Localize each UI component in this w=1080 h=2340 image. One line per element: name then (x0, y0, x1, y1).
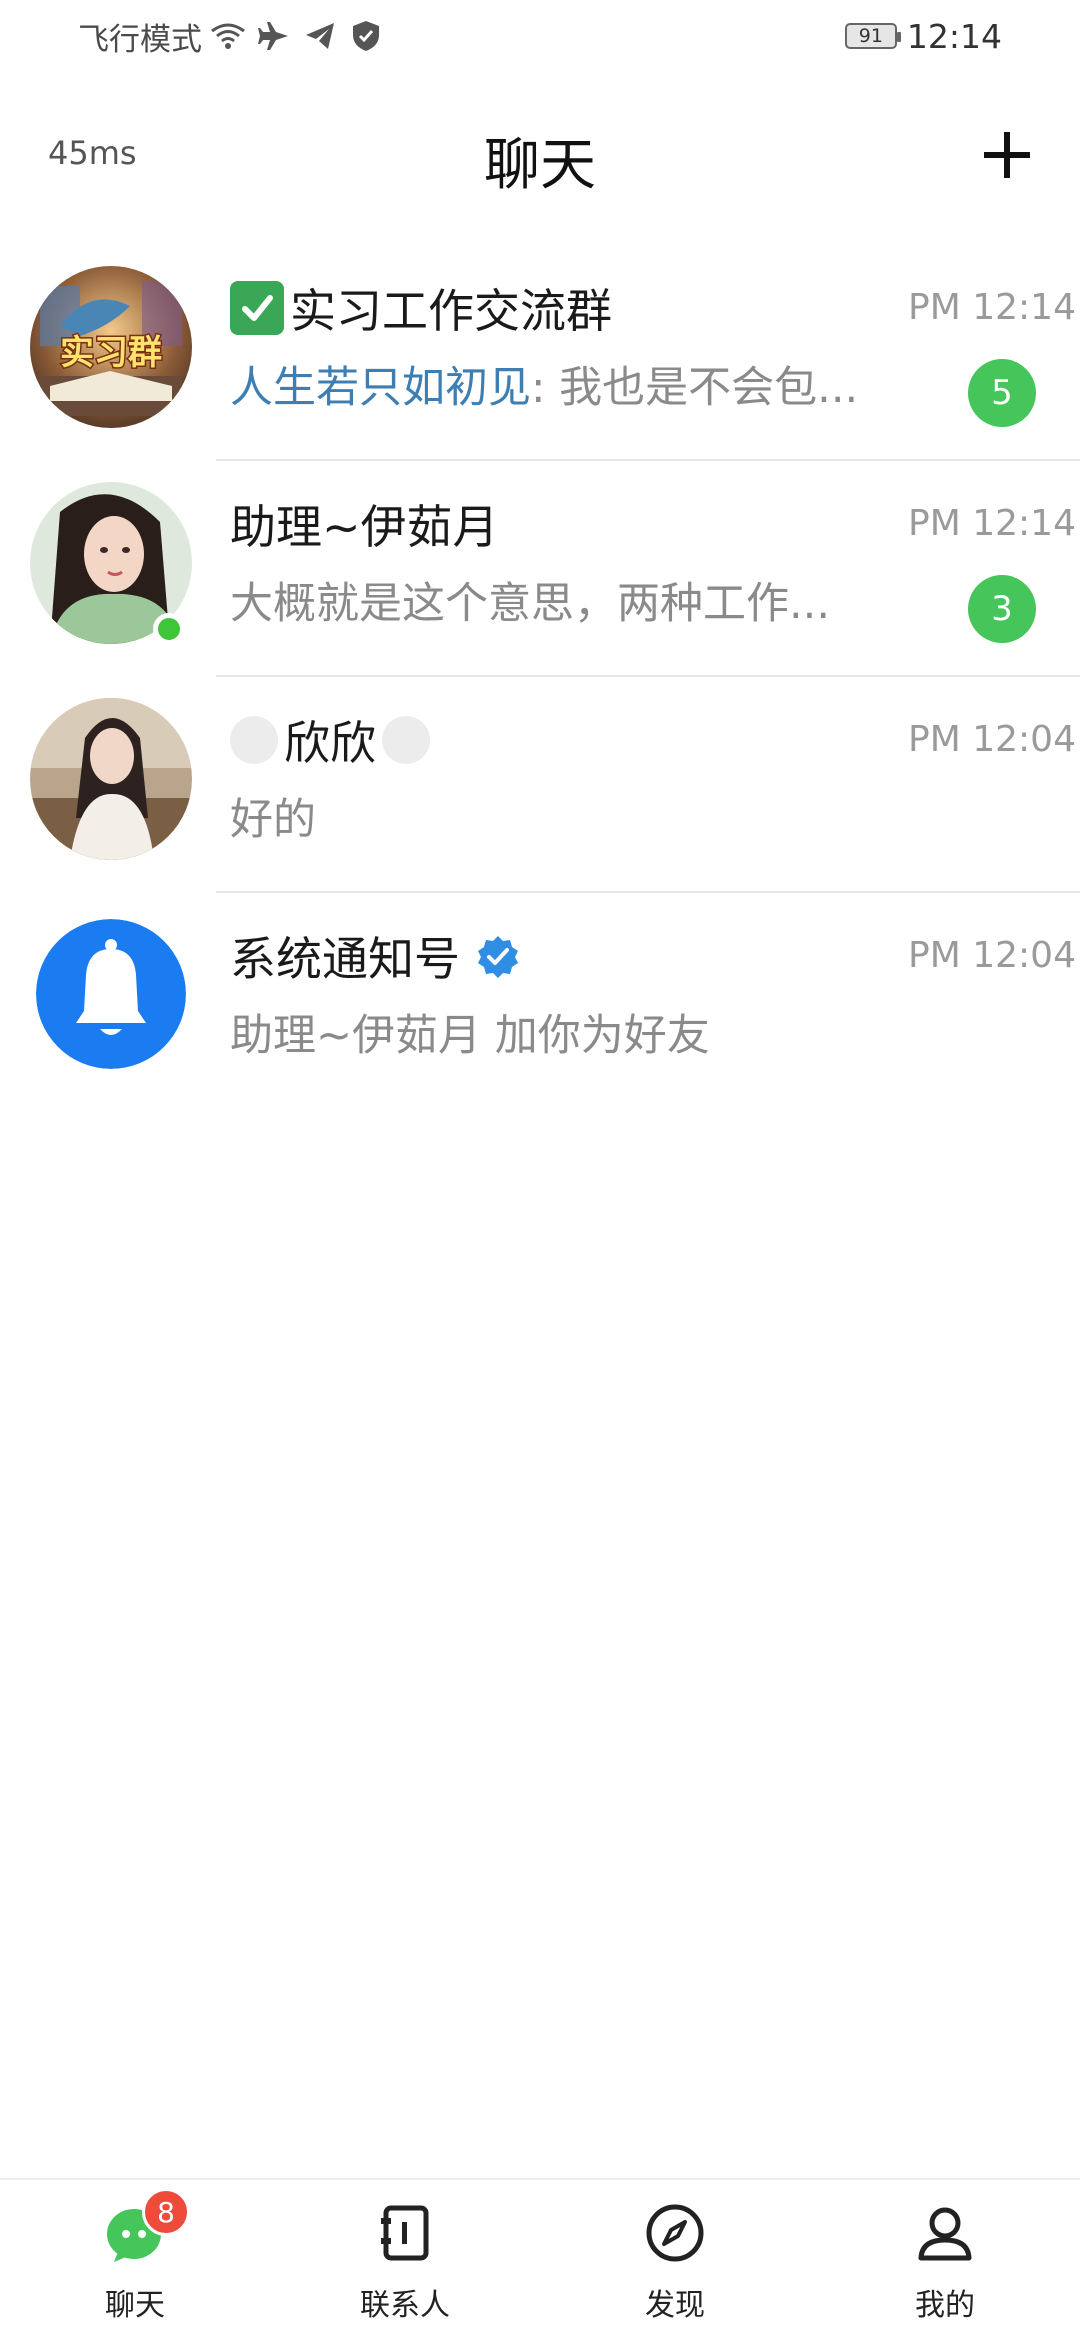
tab-discover[interactable]: 发现 (540, 2180, 810, 2340)
avatar[interactable]: 实习群 (30, 266, 192, 428)
airplane-mode-label: 飞行模式 (78, 21, 202, 58)
bottom-nav: 8 聊天 联系人 发现 我的 (0, 2178, 1080, 2340)
add-button[interactable] (974, 122, 1040, 188)
tab-chat[interactable]: 8 聊天 (0, 2180, 270, 2340)
chat-name-text: 系统通知号 (230, 932, 460, 986)
sender-name: 人生若只如初见 (230, 363, 531, 413)
airplane-icon (254, 16, 294, 56)
tab-label: 联系人 (360, 2288, 450, 2323)
page-title: 聊天 (484, 133, 596, 198)
tab-me[interactable]: 我的 (810, 2180, 1080, 2340)
chat-name: 助理~伊茹月 (230, 491, 499, 557)
chat-item-xinxin[interactable]: 欣欣 PM 12:04 好的 (0, 677, 1080, 893)
clock: 12:14 (906, 16, 1002, 56)
chat-preview: 好的 (230, 785, 316, 847)
avatar[interactable] (30, 698, 192, 860)
telegram-icon (300, 16, 340, 56)
status-bar: 飞行模式 91 12:14 (0, 0, 1080, 74)
tab-label: 聊天 (105, 2288, 165, 2323)
message-text: 好的 (230, 795, 316, 845)
chat-name: 系统通知号 (230, 923, 520, 989)
battery-icon: 91 (844, 23, 901, 49)
chat-name: 实习工作交流群 (230, 275, 612, 341)
shield-icon (346, 16, 386, 56)
unread-badge: 3 (968, 575, 1036, 643)
chat-preview: 大概就是这个意思，两种工作... (230, 569, 830, 631)
tab-label: 我的 (915, 2288, 975, 2323)
check-box-icon (230, 281, 284, 335)
chat-time: PM 12:04 (908, 719, 1076, 760)
wifi-icon (208, 16, 248, 56)
chat-item-internship-group[interactable]: 实习群 实习工作交流群 PM 12:14 人生若只如初见: 我也是不会包... … (0, 245, 1080, 461)
tab-label: 发现 (645, 2288, 705, 2323)
chat-name: 欣欣 (230, 707, 430, 773)
chat-name-text: 实习工作交流群 (290, 284, 612, 338)
online-status-dot (153, 613, 185, 645)
chat-item-assistant[interactable]: 助理~伊茹月 PM 12:14 大概就是这个意思，两种工作... 3 (0, 461, 1080, 677)
avatar-text: 实习群 (60, 333, 162, 373)
plus-icon (984, 132, 1030, 178)
chat-list: 实习群 实习工作交流群 PM 12:14 人生若只如初见: 我也是不会包... … (0, 245, 1080, 1109)
avatar[interactable] (36, 919, 186, 1069)
contacts-book-icon (374, 2202, 436, 2264)
chat-bubble-icon: 8 (104, 2188, 190, 2264)
status-bar-left: 飞行模式 (78, 14, 386, 58)
circle-icon (230, 716, 278, 764)
message-text: : 我也是不会包... (531, 363, 859, 413)
circle-icon (382, 716, 430, 764)
chat-time: PM 12:14 (908, 287, 1076, 328)
tab-contacts[interactable]: 联系人 (270, 2180, 540, 2340)
chat-name-text: 助理~伊茹月 (230, 500, 499, 554)
person-icon (914, 2202, 976, 2264)
compass-icon (644, 2202, 706, 2264)
chat-item-system-notice[interactable]: 系统通知号 PM 12:04 助理~伊茹月 加你为好友 (0, 893, 1080, 1109)
battery-level: 91 (858, 25, 883, 47)
message-text: 大概就是这个意思，两种工作... (230, 579, 831, 629)
chat-preview: 助理~伊茹月 加你为好友 (230, 1001, 710, 1063)
chat-time: PM 12:04 (908, 935, 1076, 976)
unread-badge: 5 (968, 359, 1036, 427)
status-bar-right: 91 12:14 (844, 14, 1002, 58)
chat-unread-badge: 8 (142, 2188, 190, 2236)
chat-preview: 人生若只如初见: 我也是不会包... (230, 353, 858, 415)
verified-badge-icon (476, 934, 520, 978)
header: 45ms 聊天 (0, 100, 1080, 210)
chat-name-text: 欣欣 (284, 716, 376, 770)
message-text: 助理~伊茹月 加你为好友 (230, 1011, 710, 1061)
chat-time: PM 12:14 (908, 503, 1076, 544)
